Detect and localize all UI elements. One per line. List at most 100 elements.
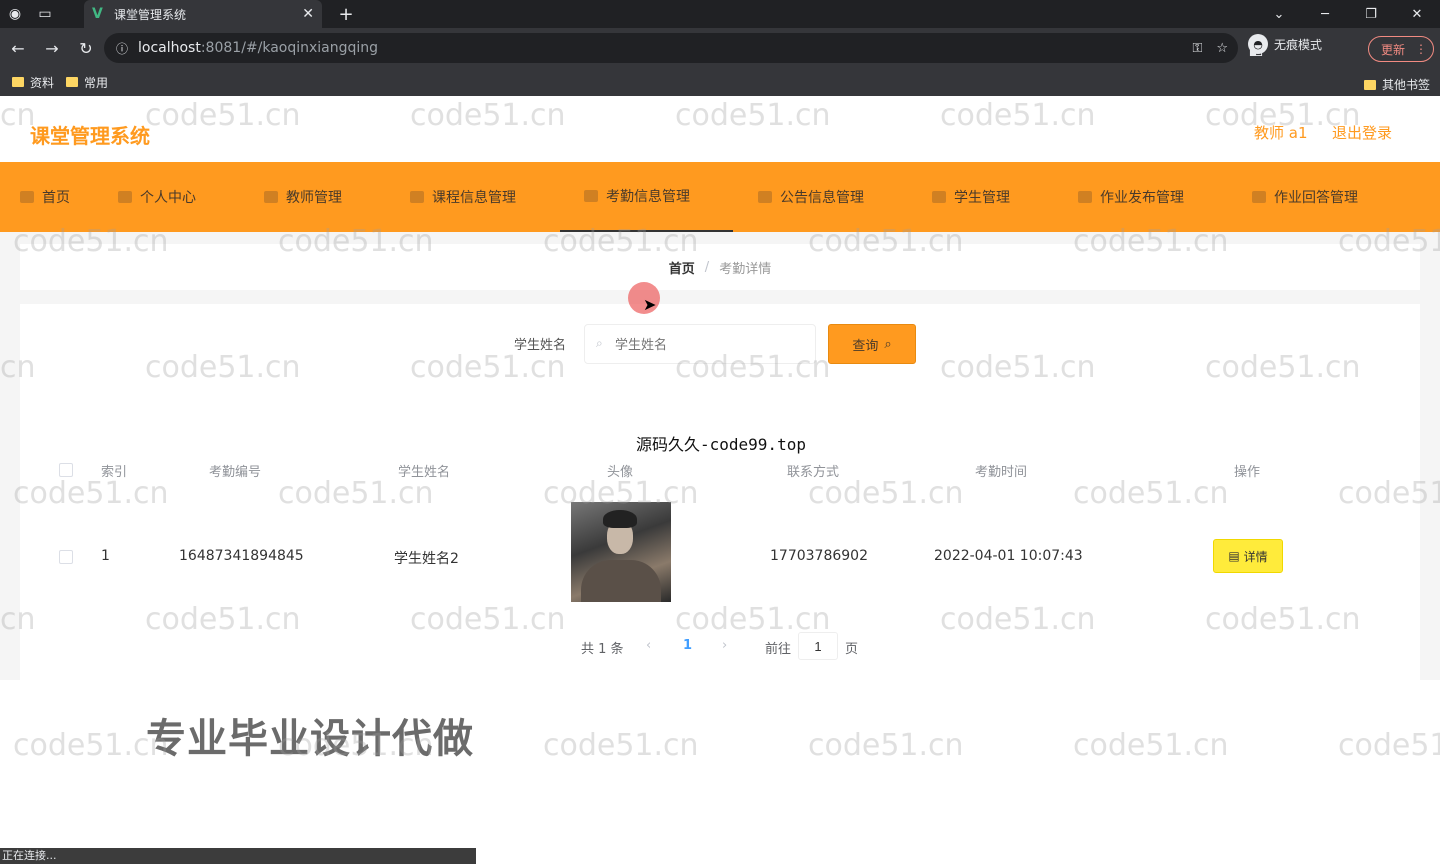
search-label: 学生姓名 [514, 338, 567, 353]
watermark-text: code51.cn [1338, 728, 1440, 763]
main-nav: 首页 个人中心 教师管理 课程信息管理 考勤信息管理 公告信息管理 学生管理 作… [0, 162, 1440, 232]
grid-icon [1078, 191, 1092, 203]
tab-title: 课堂管理系统 [114, 7, 187, 22]
current-user: 教师 a1 [1254, 124, 1308, 142]
update-label: 更新 [1381, 42, 1406, 57]
menu-icon [410, 191, 424, 203]
nav-item-students[interactable]: 学生管理 [932, 162, 1010, 232]
breadcrumb-home[interactable]: 首页 [669, 258, 695, 277]
search-icon: ⌕ [884, 336, 892, 352]
student-name-search-input[interactable] [584, 324, 816, 364]
other-bookmarks[interactable]: 其他书签 [1363, 76, 1430, 93]
search-button[interactable]: 查询 ⌕ [828, 324, 916, 364]
bookmark-folder-ziliao[interactable]: 资料 [12, 74, 54, 91]
home-icon [20, 191, 34, 203]
search-icon: ⌕ [596, 336, 603, 350]
breadcrumb-current: 考勤详情 [719, 261, 772, 277]
pagination-goto-input[interactable] [798, 632, 838, 660]
incognito-icon: ◓ [1248, 34, 1268, 54]
back-icon[interactable]: ← [2, 32, 34, 64]
address-bar: ← → ↻ ⓘ localhost:8081/#/kaoqinxiangqing… [0, 28, 1440, 68]
window-controls: ⌄ ─ ❐ ✕ [1256, 0, 1440, 28]
pagination-prev[interactable]: ‹ [646, 638, 651, 653]
folder-icon [1363, 79, 1376, 90]
table-header-index: 索引 [101, 465, 128, 480]
browser-tab[interactable]: V 课堂管理系统 ✕ [84, 0, 322, 28]
nav-item-notices[interactable]: 公告信息管理 [758, 162, 864, 232]
tab-search-icon[interactable]: ▭ [30, 0, 60, 28]
breadcrumb-separator: / [704, 259, 710, 275]
pagination-goto-label: 前往 [765, 642, 792, 657]
watermark-text: code51.cn [1073, 728, 1229, 763]
menu-icon [264, 191, 278, 203]
browser-status-bar: 正在连接... [0, 848, 476, 864]
browser-tab-bar: ◉ ▭ V 课堂管理系统 ✕ + ⌄ ─ ❐ ✕ [0, 0, 1440, 28]
nav-item-attendance[interactable]: 考勤信息管理 [560, 162, 733, 232]
minimize-icon[interactable]: ─ [1302, 0, 1348, 28]
row-time: 2022-04-01 10:07:43 [934, 548, 1083, 564]
logout-link[interactable]: 退出登录 [1332, 122, 1392, 143]
table-header-time: 考勤时间 [975, 465, 1028, 480]
incognito-indicator[interactable]: ◓ 无痕模式 [1248, 34, 1322, 54]
restore-icon[interactable]: ❐ [1348, 0, 1394, 28]
password-key-icon[interactable]: ⚿ [1192, 41, 1202, 56]
bookmark-star-icon[interactable]: ☆ [1216, 41, 1228, 56]
table-header-action: 操作 [1234, 465, 1261, 480]
pagination-page-1[interactable]: 1 [683, 638, 692, 653]
table-header-name: 学生姓名 [398, 465, 451, 480]
breadcrumb: 首页 / 考勤详情 [20, 244, 1420, 290]
row-student-name: 学生姓名2 [394, 551, 459, 567]
bookmarks-bar: 资料 常用 其他书签 [0, 68, 1440, 96]
detail-button[interactable]: ▤ 详情 [1213, 539, 1283, 573]
forward-icon[interactable]: → [36, 32, 68, 64]
select-all-checkbox[interactable] [59, 463, 73, 477]
more-menu-icon[interactable]: ⋮ [1415, 42, 1427, 56]
app-header: 课堂管理系统 教师 a1 退出登录 [0, 100, 1440, 162]
nav-item-courses[interactable]: 课程信息管理 [410, 162, 516, 232]
search-button-label: 查询 [852, 338, 879, 354]
tab-list-icon[interactable]: ⌄ [1256, 0, 1302, 28]
document-icon: ▤ [1228, 549, 1240, 563]
site-info-icon[interactable]: ⓘ [116, 40, 138, 57]
nav-item-profile[interactable]: 个人中心 [118, 162, 196, 232]
url-host: localhost [138, 40, 201, 56]
folder-icon [12, 77, 24, 87]
table-header-phone: 联系方式 [787, 465, 840, 480]
user-icon [118, 191, 132, 203]
update-button[interactable]: 更新 ⋮ [1368, 36, 1434, 62]
promo-text: 专业毕业设计代做 [146, 716, 474, 762]
mouse-cursor-icon: ➤ [643, 295, 657, 314]
user-icon [932, 191, 946, 203]
menu-icon [1252, 191, 1266, 203]
row-attendance-code: 16487341894845 [179, 548, 304, 564]
menu-icon [758, 191, 772, 203]
incognito-label: 无痕模式 [1274, 37, 1323, 52]
close-window-icon[interactable]: ✕ [1394, 0, 1440, 28]
table-header-avatar: 头像 [607, 465, 634, 480]
row-index: 1 [101, 548, 110, 564]
watermark-text: code51.cn [808, 728, 964, 763]
nav-item-homework-answers[interactable]: 作业回答管理 [1252, 162, 1358, 232]
browser-menu-icon[interactable]: ◉ [0, 0, 30, 28]
table-panel: 学生姓名 ⌕ 查询 ⌕ [20, 304, 1420, 680]
app-title: 课堂管理系统 [30, 124, 150, 148]
overlay-watermark-text: 源码久久-code99.top [636, 435, 806, 454]
nav-item-teachers[interactable]: 教师管理 [264, 162, 342, 232]
url-path: :8081/#/kaoqinxiangqing [200, 40, 379, 56]
vue-logo-icon: V [92, 6, 103, 22]
new-tab-button[interactable]: + [334, 0, 358, 28]
pagination-total: 共 1 条 [581, 642, 624, 657]
folder-icon [66, 77, 79, 87]
pagination-next[interactable]: › [722, 638, 727, 653]
nav-item-home[interactable]: 首页 [20, 162, 70, 232]
watermark-text: code51.cn [543, 728, 699, 763]
reload-icon[interactable]: ↻ [70, 32, 102, 64]
row-checkbox[interactable] [59, 550, 73, 564]
tab-close-icon[interactable]: ✕ [302, 6, 314, 22]
nav-item-homework-publish[interactable]: 作业发布管理 [1078, 162, 1184, 232]
pagination-unit: 页 [845, 642, 859, 657]
student-avatar [571, 502, 671, 602]
url-input[interactable]: ⓘ localhost:8081/#/kaoqinxiangqing ⚿ ☆ [104, 33, 1238, 63]
menu-icon [584, 190, 598, 202]
bookmark-folder-changyong[interactable]: 常用 [66, 74, 108, 91]
